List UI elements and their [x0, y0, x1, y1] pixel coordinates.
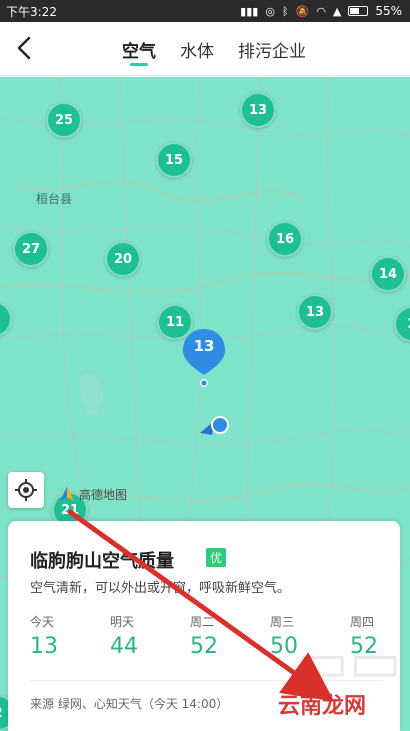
watermark-text: 云南龙网 [278, 694, 367, 719]
selected-pin-icon [183, 329, 225, 387]
forecast-day-label: 明天 [110, 615, 135, 629]
bluetooth-icon: ᛒ [281, 4, 289, 18]
back-arrow-icon [17, 36, 31, 60]
battery-percent: 55% [375, 4, 402, 18]
forecast-day-label: 周四 [350, 615, 375, 629]
back-button[interactable] [10, 33, 40, 63]
cellular-icon: ▲ [332, 4, 342, 18]
station-title: 临朐朐山空气质量 [30, 551, 174, 572]
forecast-day: 明天 44 [110, 613, 154, 659]
aqi-level-badge: 优 [206, 548, 227, 567]
mute-icon: 🔕 [295, 4, 310, 18]
alarm-icon: ◎ [265, 4, 275, 18]
aqi-station-marker[interactable]: 13 [297, 294, 333, 330]
forecast-day: 今天 13 [30, 613, 74, 659]
selected-station-marker[interactable]: 13 [181, 327, 227, 387]
map-provider-logo: 高德地图 [58, 485, 127, 503]
top-nav: 空气 水体 排污企业 [0, 22, 410, 76]
aqi-station-marker[interactable]: 25 [46, 102, 82, 138]
air-quality-description: 空气清新，可以外出或开窗，呼吸新鲜空气。 [30, 581, 291, 596]
aqi-station-marker[interactable]: 16 [267, 221, 303, 257]
data-source: 来源 绿网、心知天气（今天 14:00） [30, 697, 229, 711]
map-label-county: 桓台县 [36, 192, 73, 206]
wifi-icon: ◠ [316, 4, 326, 18]
forecast-day-label: 今天 [30, 615, 55, 629]
map-provider-name: 高德地图 [79, 487, 128, 502]
aqi-station-marker[interactable]: 15 [156, 142, 192, 178]
forecast-day-value: 44 [110, 634, 138, 659]
forecast-day: 周二 52 [190, 613, 234, 659]
current-location-icon [200, 416, 229, 435]
aqi-station-marker[interactable]: 14 [370, 256, 406, 292]
battery-icon [348, 6, 369, 16]
tab-water[interactable]: 水体 [180, 22, 214, 76]
forecast-day-label: 周三 [270, 615, 295, 629]
aqi-station-marker[interactable]: 13 [240, 92, 276, 128]
status-bar: 下午3:22 ▮▮▮ ◎ ᛒ 🔕 ◠ ▲ 55% [0, 0, 410, 22]
forecast-day-value: 52 [190, 634, 218, 659]
aqi-station-marker[interactable]: 27 [13, 231, 49, 267]
status-time: 下午3:22 [6, 4, 57, 19]
locate-me-button[interactable] [8, 472, 44, 508]
signal-icon: ▮▮▮ [240, 4, 259, 18]
aqi-station-marker[interactable]: 20 [105, 241, 141, 277]
forecast-day-value: 13 [30, 634, 58, 659]
forecast-day-label: 周二 [190, 615, 215, 629]
crosshair-icon [15, 479, 37, 501]
category-tabs: 空气 水体 排污企业 [122, 22, 330, 76]
watermark-graphic: ▭▭ [296, 630, 402, 695]
tab-air[interactable]: 空气 [122, 22, 156, 76]
selected-station-value: 13 [193, 337, 215, 355]
tab-polluting-enterprises[interactable]: 排污企业 [238, 22, 306, 76]
amap-logo-icon [60, 487, 74, 501]
